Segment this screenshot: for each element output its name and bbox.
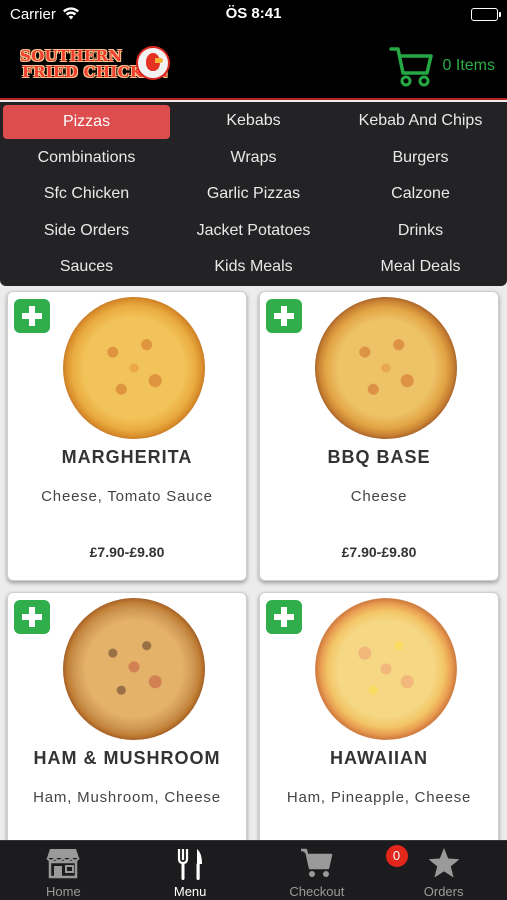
- app-root: Carrier ÖS 8:41 SOUTHERN FRIED CHICKEN 0…: [0, 0, 507, 900]
- tab-checkout-label: Checkout: [289, 884, 345, 899]
- category-burgers[interactable]: Burgers: [337, 141, 504, 175]
- tab-menu[interactable]: Menu: [127, 841, 254, 900]
- tab-menu-label: Menu: [173, 884, 207, 899]
- category-sauces[interactable]: Sauces: [3, 250, 170, 284]
- cart-button[interactable]: 0 Items: [388, 44, 495, 88]
- add-to-cart-plus-icon[interactable]: [266, 299, 302, 333]
- battery-icon: [471, 8, 501, 21]
- pizza-image: [63, 598, 205, 740]
- rooster-icon: [136, 46, 170, 80]
- category-meal-deals[interactable]: Meal Deals: [337, 250, 504, 284]
- add-to-cart-plus-icon[interactable]: [14, 299, 50, 333]
- category-drinks[interactable]: Drinks: [337, 214, 504, 248]
- category-pizzas[interactable]: Pizzas: [3, 105, 170, 139]
- product-card[interactable]: BBQ BASE Cheese £7.90-£9.80: [259, 291, 499, 581]
- tab-orders[interactable]: Orders: [380, 841, 507, 900]
- category-calzone[interactable]: Calzone: [337, 177, 504, 211]
- cart-icon: [300, 847, 334, 884]
- pizza-image: [315, 297, 457, 439]
- product-card[interactable]: MARGHERITA Cheese, Tomato Sauce £7.90-£9…: [7, 291, 247, 581]
- app-header: SOUTHERN FRIED CHICKEN 0 Items: [0, 30, 507, 100]
- bottom-tab-bar: Home Menu 0 Checkout Orders: [0, 840, 507, 900]
- cart-icon: [388, 45, 433, 87]
- logo-text-line1: SOUTHERN: [20, 47, 123, 65]
- store-icon: [46, 847, 81, 884]
- tab-orders-label: Orders: [423, 884, 464, 899]
- add-to-cart-plus-icon[interactable]: [266, 600, 302, 634]
- category-sfc-chicken[interactable]: Sfc Chicken: [3, 177, 170, 211]
- product-price: £7.90-£9.80: [89, 544, 165, 560]
- product-card[interactable]: HAWAIIAN Ham, Pineapple, Cheese: [259, 592, 499, 852]
- pizza-image: [315, 598, 457, 740]
- category-kids-meals[interactable]: Kids Meals: [170, 250, 337, 284]
- cart-count-label: 0 Items: [442, 57, 495, 74]
- star-icon: [427, 847, 461, 884]
- category-wraps[interactable]: Wraps: [170, 141, 337, 175]
- fork-knife-icon: [175, 847, 205, 886]
- product-description: Cheese: [350, 488, 408, 505]
- product-name: BBQ BASE: [327, 447, 431, 467]
- category-jacket-potatoes[interactable]: Jacket Potatoes: [170, 214, 337, 248]
- category-kebabs[interactable]: Kebabs: [170, 104, 337, 138]
- status-bar: Carrier ÖS 8:41: [0, 0, 507, 30]
- clock: ÖS 8:41: [225, 5, 282, 22]
- category-side-orders[interactable]: Side Orders: [3, 214, 170, 248]
- product-price: £7.90-£9.80: [341, 544, 417, 560]
- brand-logo[interactable]: SOUTHERN FRIED CHICKEN: [20, 44, 170, 86]
- tab-checkout[interactable]: 0 Checkout: [254, 841, 408, 900]
- product-card[interactable]: HAM & MUSHROOM Ham, Mushroom, Cheese: [7, 592, 247, 852]
- add-to-cart-plus-icon[interactable]: [14, 600, 50, 634]
- tab-home-label: Home: [46, 884, 81, 899]
- pizza-image: [63, 297, 205, 439]
- category-combinations[interactable]: Combinations: [3, 141, 170, 175]
- product-description: Cheese, Tomato Sauce: [41, 488, 213, 505]
- product-description: Ham, Mushroom, Cheese: [33, 789, 221, 806]
- product-name: MARGHERITA: [61, 447, 193, 467]
- tab-home[interactable]: Home: [0, 841, 127, 900]
- product-name: HAWAIIAN: [330, 748, 428, 768]
- product-name: HAM & MUSHROOM: [33, 748, 221, 768]
- category-kebab-and-chips[interactable]: Kebab And Chips: [337, 104, 504, 138]
- category-garlic-pizzas[interactable]: Garlic Pizzas: [170, 177, 337, 211]
- category-grid: Pizzas Kebabs Kebab And Chips Combinatio…: [0, 102, 507, 286]
- product-description: Ham, Pineapple, Cheese: [286, 789, 472, 806]
